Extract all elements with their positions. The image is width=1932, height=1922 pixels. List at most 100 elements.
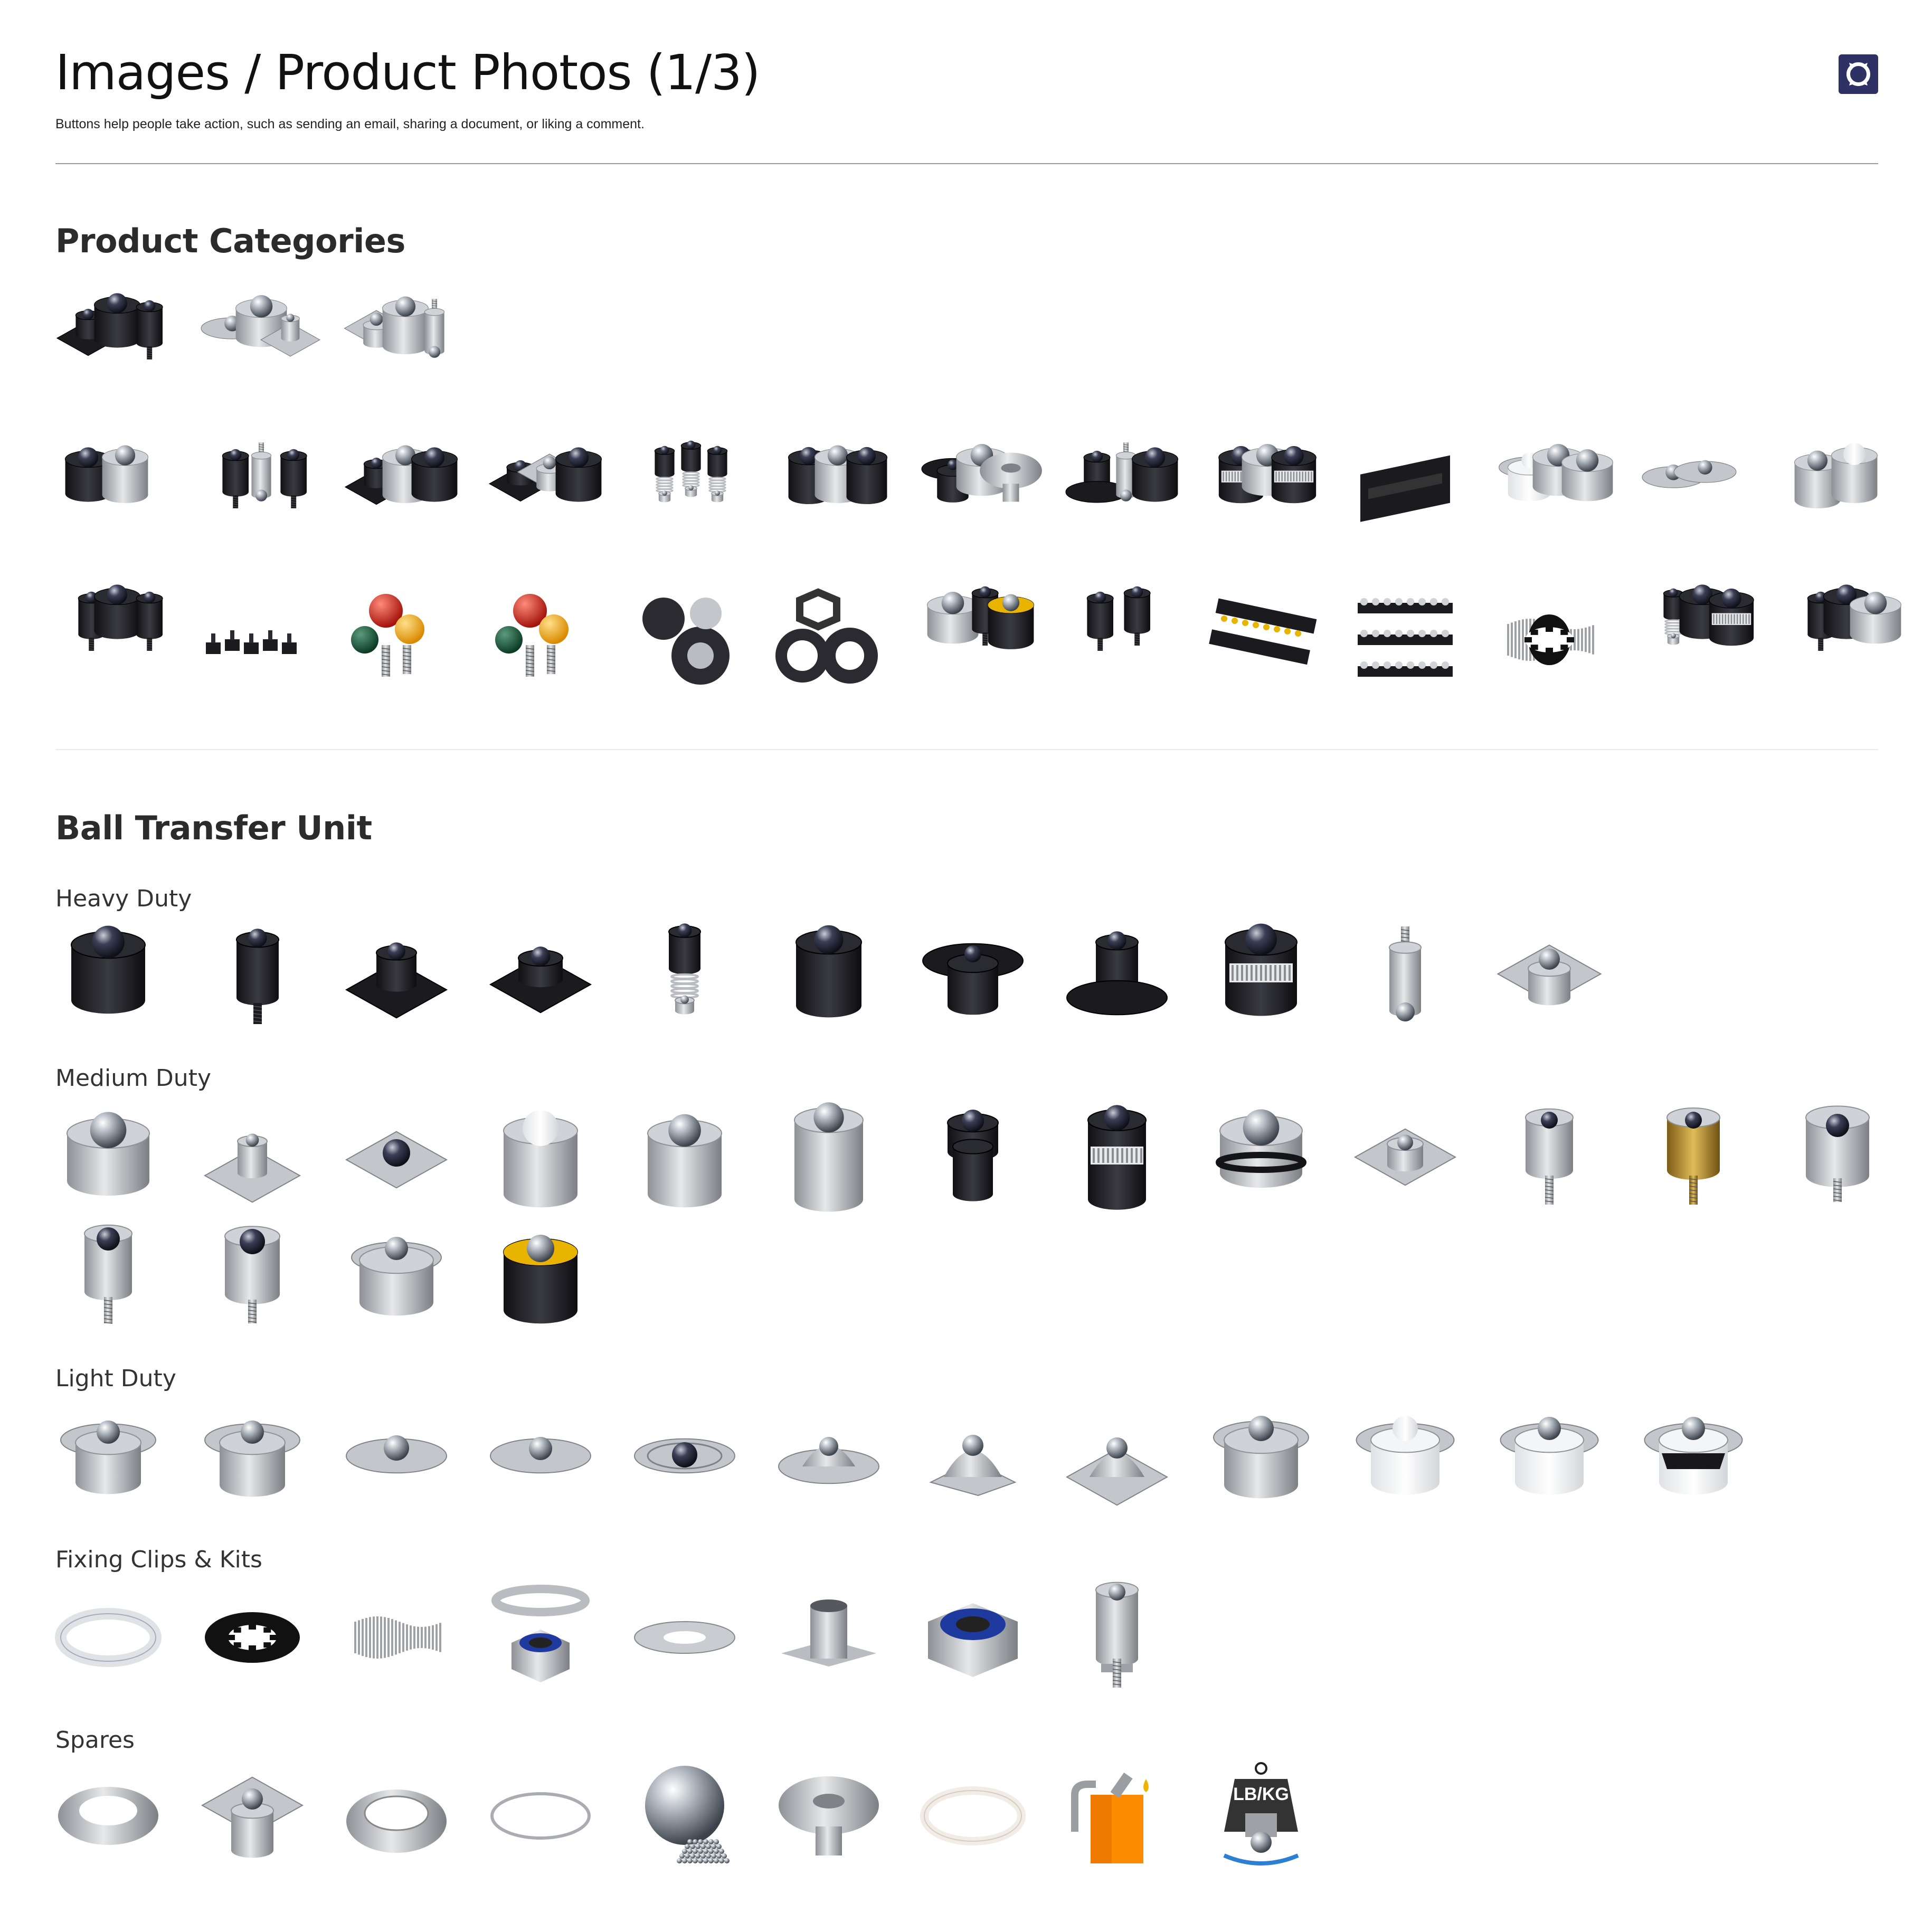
- product-spring-band[interactable]: [344, 1585, 449, 1690]
- category-black-square-flange-set[interactable]: [344, 444, 458, 550]
- product-spring-loaded-unit[interactable]: [632, 921, 737, 1027]
- silver-small-flange-unit-image: [203, 1133, 301, 1203]
- product-lock-nut-washer[interactable]: [488, 1585, 593, 1690]
- category-black-feet-row[interactable]: [200, 587, 305, 693]
- product-white-plastic-steel-ball[interactable]: [1497, 1403, 1602, 1509]
- silver-cup-unit-image: [67, 1112, 150, 1196]
- category-rail-strips-stack[interactable]: [1352, 587, 1458, 693]
- category-group-silver-units[interactable]: [200, 295, 321, 401]
- silver-square-flange-unit-image: [1497, 944, 1602, 1006]
- product-o-ring-cup-unit[interactable]: [1208, 1104, 1314, 1210]
- product-thick-ring-spare[interactable]: [344, 1763, 449, 1869]
- category-pneumatic-black-set[interactable]: [1064, 586, 1170, 693]
- product-light-wide-flange-unit[interactable]: [488, 1403, 593, 1509]
- product-white-plastic-cutaway[interactable]: [1641, 1403, 1746, 1509]
- tall-silver-cylinder-unit-image: [794, 1102, 864, 1212]
- category-black-washers[interactable]: [775, 587, 882, 693]
- brand-logo-icon[interactable]: [1839, 54, 1878, 94]
- product-black-cylinder-unit[interactable]: [776, 921, 882, 1027]
- category-black-cylinder-set[interactable]: [776, 444, 888, 550]
- product-light-square-flange[interactable]: [1064, 1403, 1170, 1509]
- product-black-star-clip[interactable]: [200, 1585, 305, 1690]
- product-black-domed-flange-unit[interactable]: [1064, 921, 1170, 1027]
- product-black-stud-unit[interactable]: [200, 921, 305, 1027]
- category-black-flange-set[interactable]: [488, 444, 602, 550]
- product-steel-ring-spare[interactable]: [55, 1763, 161, 1869]
- product-light-triangle-flange[interactable]: [920, 1403, 1026, 1509]
- light-dome-flange-image: [778, 1437, 879, 1484]
- category-group-black-units[interactable]: [55, 293, 163, 401]
- category-omni-wheels[interactable]: [632, 587, 737, 693]
- product-mini-flange-unit[interactable]: [1352, 1104, 1458, 1210]
- product-knurled-black-unit[interactable]: [1208, 921, 1314, 1027]
- product-yellow-ring-black-unit[interactable]: [488, 1223, 593, 1329]
- category-pneumatic-mixed-set[interactable]: [1785, 584, 1901, 693]
- product-flange-housing-spare[interactable]: [200, 1763, 305, 1869]
- product-light-large-cup-unit[interactable]: [1208, 1403, 1314, 1509]
- category-colored-knob-balls-alt[interactable]: [488, 587, 593, 693]
- product-square-plate-unit[interactable]: [344, 1104, 449, 1210]
- stud-bolt-kit-image: [1095, 1582, 1139, 1688]
- category-knurled-set[interactable]: [1208, 443, 1317, 550]
- product-wire-ring-spare[interactable]: [488, 1763, 593, 1869]
- product-black-press-fit-unit[interactable]: [920, 1104, 1026, 1210]
- product-knurled-press-fit-unit[interactable]: [1064, 1104, 1170, 1210]
- product-white-plastic-unit[interactable]: [1352, 1403, 1458, 1509]
- product-white-seal-ring[interactable]: [920, 1763, 1026, 1869]
- svg-text:LB/KG: LB/KG: [1233, 1784, 1289, 1804]
- category-black-domed-flange-set[interactable]: [1064, 442, 1179, 550]
- subsection-fixing-clips: Fixing Clips & Kits: [55, 1546, 262, 1573]
- product-black-cup-unit[interactable]: [55, 921, 161, 1027]
- product-black-flange-unit[interactable]: [488, 921, 593, 1027]
- product-silver-cylinder-unit[interactable]: [632, 1104, 737, 1210]
- product-silver-short-stud-unit[interactable]: [55, 1223, 161, 1329]
- product-light-dome-flange[interactable]: [776, 1403, 882, 1509]
- product-black-square-flange-unit[interactable]: [344, 921, 449, 1027]
- product-tall-silver-cylinder-unit[interactable]: [776, 1102, 882, 1212]
- category-clip-kit[interactable]: [1497, 587, 1602, 693]
- product-silver-small-flange-unit[interactable]: [200, 1104, 305, 1210]
- category-pneumatic-silver-set[interactable]: [920, 586, 1035, 693]
- product-silver-stud-ball-unit[interactable]: [1497, 1104, 1602, 1210]
- product-light-steel-cup-unit[interactable]: [200, 1403, 305, 1509]
- product-silver-collar-stud-unit[interactable]: [200, 1223, 305, 1329]
- category-black-rail-strips[interactable]: [1208, 587, 1317, 693]
- category-black-pendant-set[interactable]: [55, 584, 163, 693]
- category-silver-flange-pair[interactable]: [1641, 444, 1746, 550]
- product-flat-washer[interactable]: [632, 1585, 737, 1690]
- product-silver-stud-unit[interactable]: [1352, 921, 1458, 1027]
- category-group-cylinder-units[interactable]: [344, 296, 449, 401]
- product-black-round-flange-unit[interactable]: [920, 921, 1026, 1027]
- category-black-silver-pair[interactable]: [55, 444, 161, 550]
- mushroom-cap-spare-image: [779, 1776, 879, 1855]
- product-mushroom-cap-spare[interactable]: [776, 1763, 882, 1869]
- product-brass-stud-unit[interactable]: [1641, 1104, 1746, 1210]
- product-white-star-clip[interactable]: [55, 1585, 162, 1690]
- product-white-ball-cylinder-unit[interactable]: [488, 1104, 593, 1210]
- product-tee-nut[interactable]: [776, 1585, 882, 1690]
- product-stud-bolt-kit[interactable]: [1064, 1582, 1170, 1690]
- category-spring-black-set[interactable]: [1641, 584, 1754, 693]
- category-linear-rail-blocks[interactable]: [1352, 444, 1458, 550]
- product-silver-wide-cup-unit[interactable]: [344, 1223, 449, 1329]
- category-spring-loaded-set[interactable]: [632, 440, 737, 550]
- product-light-dark-ball-flange[interactable]: [632, 1403, 737, 1509]
- category-black-stud-set[interactable]: [200, 442, 307, 550]
- product-steel-balls-spare[interactable]: [632, 1763, 737, 1869]
- product-silver-cup-unit[interactable]: [55, 1104, 161, 1210]
- black-cup-unit-image: [71, 925, 146, 1014]
- category-colored-knob-balls[interactable]: [344, 587, 449, 693]
- lock-nut-washer-image: [491, 1585, 590, 1682]
- product-load-scale-icon[interactable]: LB/KG: [1208, 1762, 1314, 1869]
- header-divider: [55, 163, 1878, 164]
- spring-loaded-set-image: [654, 440, 728, 503]
- product-silver-bolt-unit[interactable]: [1785, 1104, 1890, 1210]
- category-black-round-flange-set[interactable]: [920, 443, 1042, 550]
- product-nylon-lock-nut[interactable]: [920, 1585, 1026, 1690]
- category-silver-cylinder-pair[interactable]: [1785, 442, 1890, 550]
- product-light-cup-unit[interactable]: [55, 1403, 161, 1509]
- product-silver-square-flange-unit[interactable]: [1497, 921, 1602, 1027]
- product-light-flange-unit[interactable]: [344, 1403, 449, 1509]
- category-white-silver-set[interactable]: [1497, 443, 1613, 550]
- product-oil-can-icon[interactable]: [1064, 1763, 1170, 1869]
